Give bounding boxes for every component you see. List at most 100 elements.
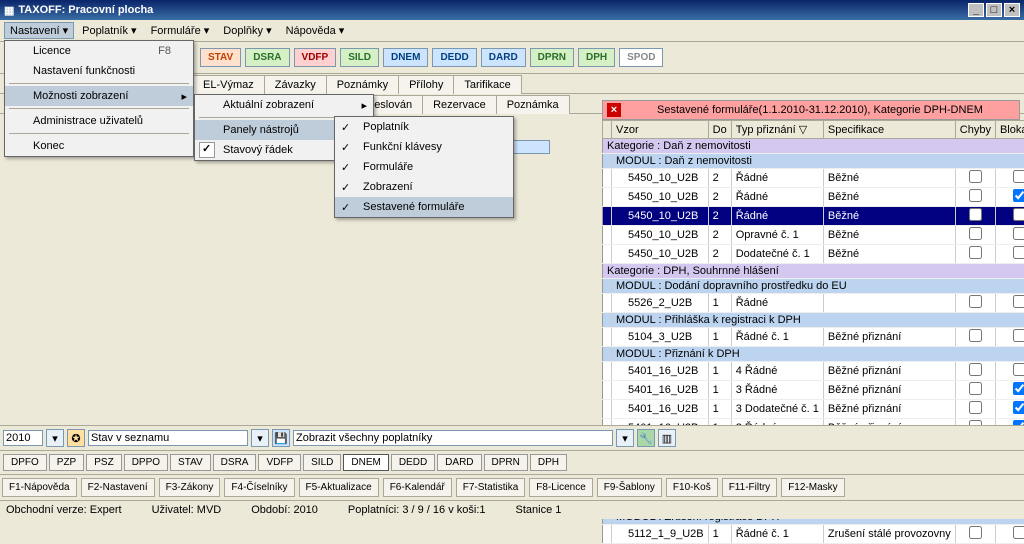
maximize-button[interactable]: □: [986, 3, 1002, 17]
bottom-tab-dprn[interactable]: DPRN: [484, 454, 528, 471]
fkey-button[interactable]: F4-Číselníky: [224, 478, 294, 497]
menu-napoveda[interactable]: Nápověda ▾: [280, 22, 351, 39]
fkey-button[interactable]: F8-Licence: [529, 478, 592, 497]
blokace-checkbox[interactable]: [1013, 246, 1024, 259]
fkey-button[interactable]: F11-Filtry: [722, 478, 777, 497]
chyby-checkbox[interactable]: [969, 401, 982, 414]
table-row[interactable]: 5450_10_U2B2Dodatečné č. 1Běžné039: [603, 245, 1024, 264]
table-row[interactable]: 5450_10_U2B2Opravné č. 1Běžné039: [603, 226, 1024, 245]
table-row[interactable]: 5104_3_U2B1Řádné č. 1Běžné přiznání: [603, 328, 1024, 347]
table-row[interactable]: 5450_10_U2B2ŘádnéBěžné039: [603, 188, 1024, 207]
col-spec[interactable]: Specifikace: [823, 121, 955, 139]
fkey-button[interactable]: F3-Zákony: [159, 478, 221, 497]
chyby-checkbox[interactable]: [969, 363, 982, 376]
blokace-checkbox[interactable]: [1013, 189, 1024, 202]
show-dropdown-button[interactable]: ▾: [616, 429, 634, 447]
menu-nastaveni[interactable]: Nastavení ▾: [4, 22, 74, 39]
toolbar-sild[interactable]: SILD: [340, 48, 379, 67]
menu-administrace[interactable]: Administrace uživatelů: [5, 111, 193, 131]
tab-poznamky[interactable]: Poznámky: [326, 75, 399, 94]
blokace-checkbox[interactable]: [1013, 526, 1024, 539]
toolbar-dnem[interactable]: DNEM: [383, 48, 428, 67]
blokace-checkbox[interactable]: [1013, 208, 1024, 221]
tab-tarifikace[interactable]: Tarifikace: [453, 75, 521, 94]
menu-doplnky[interactable]: Doplňky ▾: [217, 22, 277, 39]
tab-zavazky[interactable]: Závazky: [264, 75, 327, 94]
bottom-tab-dnem[interactable]: DNEM: [343, 454, 388, 471]
save-icon-button[interactable]: 💾: [272, 429, 290, 447]
fkey-button[interactable]: F10-Koš: [666, 478, 718, 497]
bottom-tab-vdfp[interactable]: VDFP: [258, 454, 301, 471]
menu-aktualni-zobrazeni[interactable]: Aktuální zobrazení▸: [195, 95, 373, 115]
bottom-tab-dppo[interactable]: DPPO: [124, 454, 168, 471]
chyby-checkbox[interactable]: [969, 526, 982, 539]
bottom-tab-dedd[interactable]: DEDD: [391, 454, 435, 471]
tab-elvymaz[interactable]: EL-Výmaz: [192, 75, 265, 94]
blokace-checkbox[interactable]: [1013, 363, 1024, 376]
category-row[interactable]: Kategorie : Daň z nemovitosti: [603, 139, 1024, 154]
chyby-checkbox[interactable]: [969, 329, 982, 342]
chyby-checkbox[interactable]: [969, 382, 982, 395]
module-row[interactable]: MODUL : Dodání dopravního prostředku do …: [603, 279, 1024, 294]
col-blokace[interactable]: Blokace: [995, 121, 1024, 139]
bottom-tab-psz[interactable]: PSZ: [86, 454, 121, 471]
menu-panel-zobrazeni[interactable]: ✓Zobrazení: [335, 177, 513, 197]
menu-panel-sestavene[interactable]: ✓Sestavené formuláře: [335, 197, 513, 217]
toolbar-dph[interactable]: DPH: [578, 48, 615, 67]
menu-panel-formulare[interactable]: ✓Formuláře: [335, 157, 513, 177]
fkey-button[interactable]: F2-Nastavení: [81, 478, 155, 497]
fkey-button[interactable]: F7-Statistika: [456, 478, 526, 497]
year-dropdown-button[interactable]: ▾: [46, 429, 64, 447]
chyby-checkbox[interactable]: [969, 189, 982, 202]
toolbar-dedd[interactable]: DEDD: [432, 48, 476, 67]
menu-moznosti-zobrazeni[interactable]: Možnosti zobrazení▸: [5, 86, 193, 106]
tool-icon-button[interactable]: 🔧: [637, 429, 655, 447]
toolbar-vdfp[interactable]: VDFP: [294, 48, 337, 67]
blokace-checkbox[interactable]: [1013, 329, 1024, 342]
menu-nastaveni-funkcnosti[interactable]: Nastavení funkčnosti: [5, 61, 193, 81]
menu-konec[interactable]: Konec: [5, 136, 193, 156]
toolbar-stav[interactable]: STAV: [200, 48, 241, 67]
table-row[interactable]: 5401_16_U2B13 ŘádnéBěžné přiznání: [603, 381, 1024, 400]
toolbar-spod[interactable]: SPOD: [619, 48, 663, 67]
blokace-checkbox[interactable]: [1013, 295, 1024, 308]
menu-licence[interactable]: LicenceF8: [5, 41, 193, 61]
table-row[interactable]: 5401_16_U2B14 ŘádnéBěžné přiznání283: [603, 362, 1024, 381]
menu-poplatnik[interactable]: Poplatník ▾: [76, 22, 142, 39]
table-row[interactable]: 5450_10_U2B2ŘádnéBěžné002: [603, 207, 1024, 226]
fkey-button[interactable]: F6-Kalendář: [383, 478, 452, 497]
col-chyby[interactable]: Chyby: [955, 121, 995, 139]
bottom-tab-sild[interactable]: SILD: [303, 454, 341, 471]
chyby-checkbox[interactable]: [969, 246, 982, 259]
state-input[interactable]: [88, 430, 248, 446]
bottom-tab-stav[interactable]: STAV: [170, 454, 211, 471]
chyby-checkbox[interactable]: [969, 170, 982, 183]
subtab-3[interactable]: Rezervace: [422, 95, 497, 114]
blokace-checkbox[interactable]: [1013, 382, 1024, 395]
show-input[interactable]: [293, 430, 613, 446]
bottom-tab-dsra[interactable]: DSRA: [213, 454, 257, 471]
fkey-button[interactable]: F5-Aktualizace: [299, 478, 379, 497]
bottom-tab-dph[interactable]: DPH: [530, 454, 567, 471]
chyby-checkbox[interactable]: [969, 227, 982, 240]
menu-panel-poplatnik[interactable]: ✓Poplatník: [335, 117, 513, 137]
blokace-checkbox[interactable]: [1013, 401, 1024, 414]
chyby-checkbox[interactable]: [969, 295, 982, 308]
blokace-checkbox[interactable]: [1013, 227, 1024, 240]
table-row[interactable]: 5401_16_U2B13 Dodatečné č. 1Běžné přizná…: [603, 400, 1024, 419]
menu-formulare[interactable]: Formuláře ▾: [145, 22, 216, 39]
table-row[interactable]: 5450_10_U2B2ŘádnéBěžné325: [603, 169, 1024, 188]
clear-icon-button[interactable]: ▥: [658, 429, 676, 447]
minimize-button[interactable]: _: [968, 3, 984, 17]
fkey-button[interactable]: F12-Masky: [781, 478, 844, 497]
module-row[interactable]: MODUL : Přihláška k registraci k DPH: [603, 313, 1024, 328]
table-row[interactable]: 5112_1_9_U2B1Řádné č. 1Zrušení stálé pro…: [603, 525, 1024, 544]
fkey-button[interactable]: F9-Šablony: [597, 478, 662, 497]
col-vzor[interactable]: Vzor: [612, 121, 709, 139]
bottom-tab-dard[interactable]: DARD: [437, 454, 481, 471]
chyby-checkbox[interactable]: [969, 208, 982, 221]
category-row[interactable]: Kategorie : DPH, Souhrnné hlášení: [603, 264, 1024, 279]
subtab-4[interactable]: Poznámka: [496, 95, 570, 114]
tab-prilohy[interactable]: Přílohy: [398, 75, 454, 94]
module-row[interactable]: MODUL : Přiznání k DPH: [603, 347, 1024, 362]
